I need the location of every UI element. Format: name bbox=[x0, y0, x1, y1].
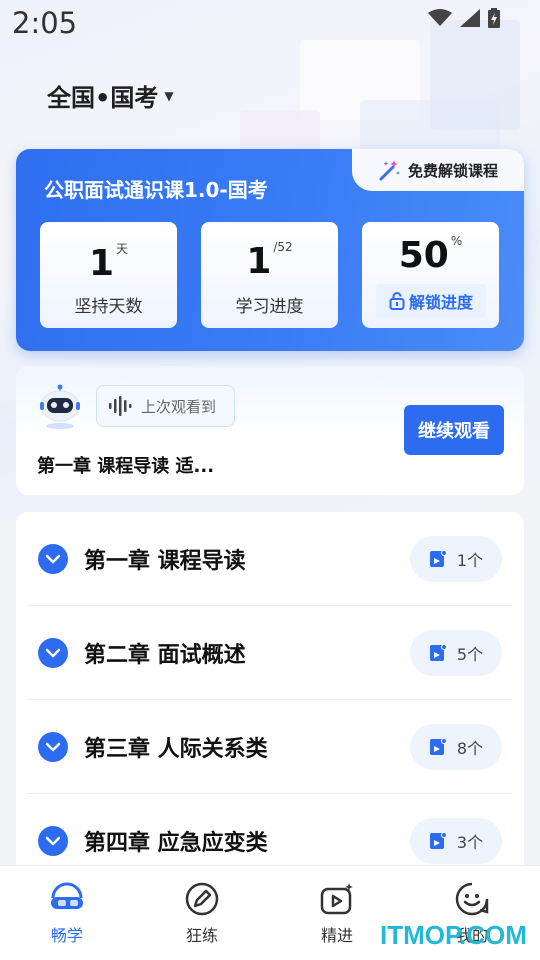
unlock-progress-button[interactable]: 解锁进度 bbox=[376, 284, 486, 318]
caret-down-icon: ▼ bbox=[164, 88, 174, 103]
continue-watching-button[interactable]: 继续观看 bbox=[404, 405, 504, 455]
lesson-count-badge: 8个 bbox=[410, 724, 502, 770]
last-watched-text: 上次观看到 bbox=[141, 397, 217, 416]
resume-card: 上次观看到 第一章 课程导读 适... 继续观看 bbox=[16, 366, 524, 495]
course-card: 公职面试通识课1.0-国考 免费解锁课程 1天 坚持天数 1/52 学习进度 5… bbox=[16, 149, 524, 351]
watermark-logo: ITMOP.COM bbox=[380, 920, 527, 950]
chapter-row[interactable]: 第一章 课程导读 1个 bbox=[28, 512, 512, 606]
stat-progress: 1/52 学习进度 bbox=[201, 222, 338, 328]
chapter-title: 第二章 面试概述 bbox=[84, 643, 246, 668]
battery-icon bbox=[488, 8, 500, 28]
nav-item-study[interactable]: 畅学 bbox=[27, 882, 107, 946]
stat-progress-total: /52 bbox=[273, 240, 293, 254]
free-unlock-tag[interactable]: 免费解锁课程 bbox=[352, 149, 524, 191]
stat-percent-unit: % bbox=[450, 234, 463, 248]
unlock-progress-label: 解锁进度 bbox=[408, 293, 473, 312]
stat-percent: 50% 解锁进度 bbox=[362, 222, 499, 328]
magic-wand-icon bbox=[379, 160, 400, 181]
lock-icon bbox=[389, 292, 405, 310]
nav-item-practice[interactable]: 狂练 bbox=[162, 882, 242, 946]
nav-label-study: 畅学 bbox=[50, 926, 83, 945]
course-title: 公职面试通识课1.0-国考 bbox=[44, 178, 268, 202]
stat-progress-value: 1 bbox=[246, 241, 272, 282]
nav-label-practice: 狂练 bbox=[185, 926, 218, 945]
nav-item-advance[interactable]: 精进 bbox=[297, 882, 377, 946]
last-watched-bubble: 上次观看到 bbox=[96, 385, 235, 427]
chapter-row[interactable]: 第三章 人际关系类 8个 bbox=[28, 700, 512, 794]
region-label: 全国•国考 bbox=[47, 84, 159, 112]
lesson-count-badge: 5个 bbox=[410, 630, 502, 676]
chapter-title: 第一章 课程导读 bbox=[84, 549, 246, 574]
video-icon bbox=[320, 883, 353, 915]
resume-chapter-title: 第一章 课程导读 适... bbox=[37, 456, 215, 477]
region-selector[interactable]: 全国•国考 ▼ bbox=[47, 78, 174, 113]
lesson-file-icon bbox=[429, 738, 447, 755]
stat-progress-label: 学习进度 bbox=[235, 297, 304, 317]
lesson-count: 8个 bbox=[456, 739, 484, 758]
stat-percent-value: 50 bbox=[398, 235, 449, 276]
lesson-count: 1个 bbox=[456, 551, 484, 570]
wifi-icon bbox=[428, 9, 452, 26]
pen-icon bbox=[185, 882, 219, 916]
stat-days-value: 1 bbox=[88, 243, 115, 284]
audio-wave-icon bbox=[109, 396, 132, 416]
study-icon bbox=[51, 882, 83, 909]
stat-days-label: 坚持天数 bbox=[74, 297, 143, 317]
lesson-count: 3个 bbox=[456, 833, 484, 852]
chevron-down-icon[interactable] bbox=[38, 732, 68, 762]
status-bar: 2:05 bbox=[0, 0, 540, 48]
lesson-file-icon bbox=[429, 550, 447, 567]
robot-avatar-icon bbox=[40, 384, 80, 429]
nav-label-advance: 精进 bbox=[320, 926, 353, 945]
chapter-title: 第三章 人际关系类 bbox=[84, 737, 268, 762]
stat-days-unit: 天 bbox=[116, 242, 129, 256]
status-time: 2:05 bbox=[12, 6, 78, 40]
chapter-row[interactable]: 第二章 面试概述 5个 bbox=[28, 606, 512, 700]
lesson-file-icon bbox=[429, 644, 447, 661]
chapter-title: 第四章 应急应变类 bbox=[84, 831, 268, 856]
signal-icon bbox=[460, 9, 480, 27]
stat-days: 1天 坚持天数 bbox=[40, 222, 177, 328]
chevron-down-icon[interactable] bbox=[38, 544, 68, 574]
lesson-count-badge: 1个 bbox=[410, 536, 502, 582]
free-unlock-label: 免费解锁课程 bbox=[407, 161, 498, 180]
lesson-count-badge: 3个 bbox=[410, 818, 502, 864]
lesson-count: 5个 bbox=[456, 645, 484, 664]
lesson-file-icon bbox=[429, 832, 447, 849]
chevron-down-icon[interactable] bbox=[38, 826, 68, 856]
smile-icon bbox=[455, 882, 489, 916]
chevron-down-icon[interactable] bbox=[38, 638, 68, 668]
